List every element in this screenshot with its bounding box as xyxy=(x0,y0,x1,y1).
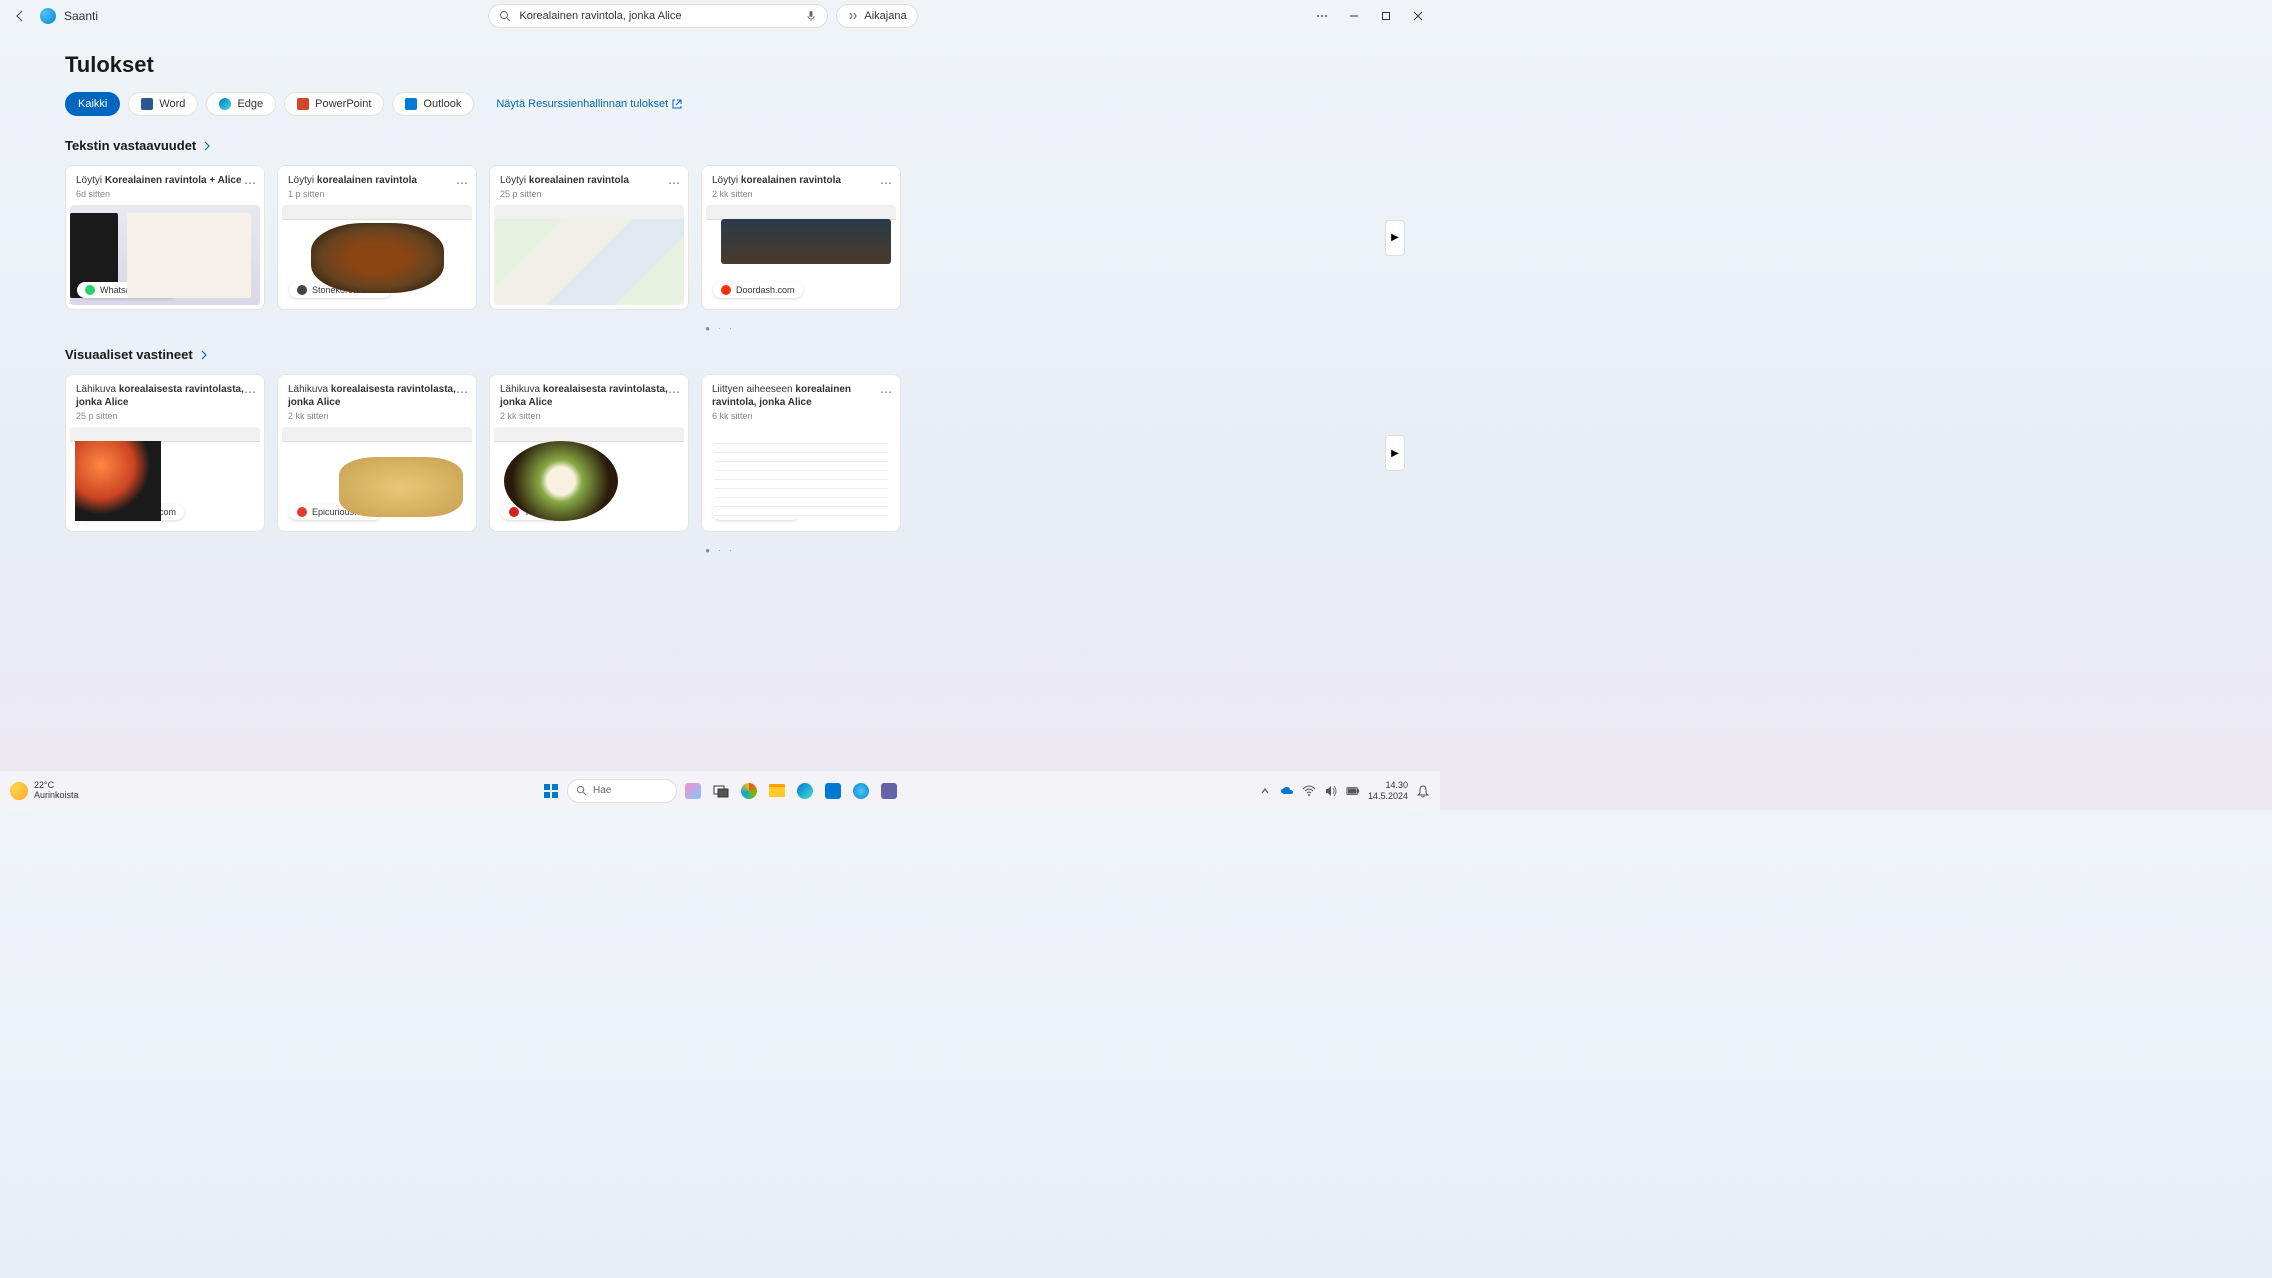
battery-icon[interactable] xyxy=(1346,784,1360,798)
source-badge: Whatsapp – Alice xyxy=(77,282,178,298)
taskbar-app-copilot2[interactable] xyxy=(737,779,761,803)
maximize-button[interactable] xyxy=(1372,4,1400,28)
minimize-button[interactable] xyxy=(1340,4,1368,28)
page-title: Tulokset xyxy=(65,52,1375,78)
card-more-button[interactable]: ⋯ xyxy=(456,176,468,190)
card-more-button[interactable]: ⋯ xyxy=(244,385,256,399)
result-card[interactable]: Löytyi korealainen ravintola1 p sitten ⋯… xyxy=(277,165,477,310)
result-card[interactable]: Löytyi Korealainen ravintola + Alice6d s… xyxy=(65,165,265,310)
taskbar-app-taskview[interactable] xyxy=(709,779,733,803)
visual-matches-row: Lähikuva korealaisesta ravintolasta, jon… xyxy=(65,374,1375,532)
search-box[interactable] xyxy=(488,4,828,28)
volume-icon[interactable] xyxy=(1324,784,1338,798)
source-badge: Epicurious.com xyxy=(289,504,382,520)
taskbar-clock[interactable]: 14.3014.5.2024 xyxy=(1368,780,1408,802)
scroll-right-button[interactable]: ▶ xyxy=(1385,435,1405,471)
taskbar-app-copilot[interactable] xyxy=(681,779,705,803)
epicurious-icon xyxy=(297,507,307,517)
result-card[interactable]: Liittyen aiheeseen korealainen ravintola… xyxy=(701,374,901,532)
taskbar-app-edge[interactable] xyxy=(793,779,817,803)
filter-word[interactable]: Word xyxy=(128,92,198,116)
card-more-button[interactable]: ⋯ xyxy=(456,385,468,399)
whatsapp-icon xyxy=(85,285,95,295)
edge-icon xyxy=(219,98,231,110)
card-preview: Yrityssovellus xyxy=(706,427,896,527)
main-content: Tulokset Kaikki Word Edge PowerPoint Out… xyxy=(0,32,1440,770)
card-preview: Koggiiexpress.com xyxy=(70,427,260,527)
more-button[interactable] xyxy=(1308,4,1336,28)
section-text-matches[interactable]: Tekstin vastaavuudet xyxy=(65,138,1375,153)
card-more-button[interactable]: ⋯ xyxy=(880,385,892,399)
search-input[interactable] xyxy=(519,10,797,22)
scroll-right-button[interactable]: ▶ xyxy=(1385,220,1405,256)
card-preview: Stonekorean.com xyxy=(282,205,472,305)
site-icon xyxy=(297,285,307,295)
weather-widget[interactable]: 22°CAurinkoista xyxy=(10,781,79,801)
card-preview: Whatsapp – Alice xyxy=(70,205,260,305)
onedrive-icon[interactable] xyxy=(1280,784,1294,798)
source-badge: Koggiiexpress.com xyxy=(77,504,184,520)
site-icon xyxy=(85,507,95,517)
source-badge: Stonekorean.com xyxy=(289,282,391,298)
tray-expand-icon[interactable] xyxy=(1258,784,1272,798)
taskbar-app-teams[interactable] xyxy=(877,779,901,803)
card-more-button[interactable]: ⋯ xyxy=(668,385,680,399)
timeline-icon xyxy=(847,10,859,22)
close-button[interactable] xyxy=(1404,4,1432,28)
word-icon xyxy=(141,98,153,110)
yelp-icon xyxy=(509,507,519,517)
explorer-results-link[interactable]: Näytä Resurssienhallinnan tulokset xyxy=(496,98,682,110)
start-button[interactable] xyxy=(539,779,563,803)
weather-icon xyxy=(10,782,28,800)
result-card[interactable]: Lähikuva korealaisesta ravintolasta, jon… xyxy=(489,374,689,532)
filter-outlook[interactable]: Outlook xyxy=(392,92,474,116)
app-icon xyxy=(40,8,56,24)
taskbar: 22°CAurinkoista Hae 14.3014.5.2024 xyxy=(0,770,1440,810)
search-icon xyxy=(576,785,587,796)
result-card[interactable]: Löytyi korealainen ravintola25 p sitten … xyxy=(489,165,689,310)
filter-powerpoint[interactable]: PowerPoint xyxy=(284,92,384,116)
external-link-icon xyxy=(672,99,682,109)
source-badge: Google.com xyxy=(501,282,581,298)
taskbar-app-store[interactable] xyxy=(821,779,845,803)
doordash-icon xyxy=(721,285,731,295)
result-card[interactable]: Lähikuva korealaisesta ravintolasta, jon… xyxy=(277,374,477,532)
wifi-icon[interactable] xyxy=(1302,784,1316,798)
card-more-button[interactable]: ⋯ xyxy=(668,176,680,190)
card-preview: Yelp.com xyxy=(494,427,684,527)
filter-all[interactable]: Kaikki xyxy=(65,92,120,116)
source-badge: Yelp.com xyxy=(501,504,569,520)
notifications-icon[interactable] xyxy=(1416,784,1430,798)
outlook-icon xyxy=(405,98,417,110)
filter-edge[interactable]: Edge xyxy=(206,92,276,116)
filter-row: Kaikki Word Edge PowerPoint Outlook Näyt… xyxy=(65,92,1375,116)
card-preview: Google.com xyxy=(494,205,684,305)
result-card[interactable]: Lähikuva korealaisesta ravintolasta, jon… xyxy=(65,374,265,532)
card-more-button[interactable]: ⋯ xyxy=(244,176,256,190)
source-badge: Doordash.com xyxy=(713,282,803,298)
business-app-icon xyxy=(721,507,731,517)
chevron-right-icon xyxy=(202,141,212,151)
pagination-dots: ● · · xyxy=(65,324,1375,333)
section-visual-matches[interactable]: Visuaaliset vastineet xyxy=(65,347,1375,362)
card-more-button[interactable]: ⋯ xyxy=(880,176,892,190)
back-button[interactable] xyxy=(8,4,32,28)
taskbar-search[interactable]: Hae xyxy=(567,779,677,803)
taskbar-app-recall[interactable] xyxy=(849,779,873,803)
app-title: Saanti xyxy=(64,9,98,23)
timeline-button[interactable]: Aikajana xyxy=(836,4,917,28)
source-badge: Yrityssovellus xyxy=(713,504,799,520)
mic-icon[interactable] xyxy=(805,10,817,22)
powerpoint-icon xyxy=(297,98,309,110)
titlebar: Saanti Aikajana xyxy=(0,0,1440,32)
chevron-right-icon xyxy=(199,350,209,360)
result-card[interactable]: Löytyi korealainen ravintola2 kk sitten … xyxy=(701,165,901,310)
taskbar-app-explorer[interactable] xyxy=(765,779,789,803)
text-matches-row: Löytyi Korealainen ravintola + Alice6d s… xyxy=(65,165,1375,310)
card-preview: Doordash.com xyxy=(706,205,896,305)
pagination-dots: ● · · xyxy=(65,546,1375,555)
card-preview: Epicurious.com xyxy=(282,427,472,527)
search-icon xyxy=(499,10,511,22)
google-icon xyxy=(509,285,519,295)
